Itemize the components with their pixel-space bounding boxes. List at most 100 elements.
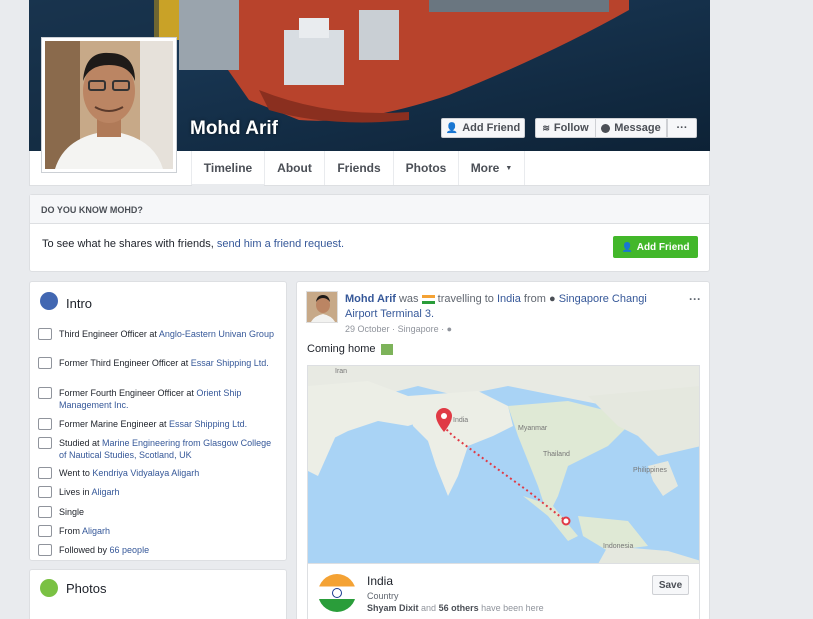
intro-item-icon	[38, 467, 52, 479]
post-activity: travelling to	[437, 293, 494, 305]
message-button[interactable]: Message	[595, 118, 667, 138]
tab-label: About	[277, 161, 312, 175]
tab-about[interactable]: About	[265, 151, 325, 185]
intro-item-link[interactable]: Aligarh	[82, 526, 110, 536]
intro-item: Followed by 66 people	[38, 544, 278, 556]
intro-item-text: Went to	[59, 468, 93, 478]
location-pin-icon: ●	[548, 293, 556, 305]
tab-label: Photos	[405, 161, 447, 175]
rss-icon: ≋	[542, 122, 550, 133]
intro-item-icon	[38, 387, 52, 399]
intro-item-icon	[38, 328, 52, 340]
friend-request-card: DO YOU KNOW MOHD? To see what he shares …	[29, 194, 710, 272]
intro-item: From Aligarh	[38, 525, 278, 537]
post-date[interactable]: 29 October	[345, 324, 390, 334]
place-card[interactable]: India Country Shyam Dixit and 56 others …	[307, 563, 700, 619]
profile-name[interactable]: Mohd Arif	[190, 118, 278, 140]
friend-link[interactable]: Shyam Dixit	[367, 603, 419, 613]
intro-item-text: Former Marine Engineer at	[59, 419, 170, 429]
intro-item-text: Former Fourth Engineer Officer at	[59, 388, 197, 398]
separator: ·	[392, 324, 396, 334]
intro-item-link[interactable]: Essar Shipping Ltd.	[169, 419, 247, 429]
others-link[interactable]: 56 others	[439, 603, 479, 613]
map-label-india: India	[453, 417, 469, 424]
post-meta: 29 October · Singapore · ●	[345, 324, 452, 334]
intro-item-icon	[38, 486, 52, 498]
post-menu-icon[interactable]: ···	[689, 292, 701, 306]
post-from: from	[523, 293, 546, 305]
place-name[interactable]: India	[367, 574, 393, 588]
intro-item: Former Marine Engineer at Essar Shipping…	[38, 418, 278, 430]
dropdown-caret-icon: ▼	[505, 164, 513, 172]
add-friend-green-button[interactable]: 👤 Add Friend	[613, 236, 698, 258]
place-visitors: Shyam Dixit and 56 others have been here	[367, 603, 544, 613]
add-friend-button[interactable]: 👤 Add Friend	[441, 118, 525, 138]
travel-map[interactable]: Iran India Myanmar Thailand Philippines …	[307, 365, 700, 563]
intro-item-icon	[38, 525, 52, 537]
map-label-indonesia: Indonesia	[603, 543, 634, 550]
map-label-myanmar: Myanmar	[518, 425, 548, 432]
map-label-thailand: Thailand	[543, 451, 570, 458]
post-message: Coming home	[307, 343, 376, 355]
public-globe-icon: ●	[446, 324, 453, 334]
intro-item-link[interactable]: Kendriya Vidyalaya Aligarh	[92, 468, 199, 478]
intro-item-link[interactable]: Anglo-Eastern Univan Group	[159, 329, 274, 339]
intro-item: Former Fourth Engineer Officer at Orient…	[38, 387, 278, 411]
profile-picture[interactable]	[41, 37, 177, 173]
friend-request-link[interactable]: send him a friend request.	[217, 238, 344, 250]
place-type: Country	[367, 591, 399, 601]
more-options-button[interactable]: ···	[667, 118, 697, 138]
india-flag-icon	[421, 294, 435, 304]
intro-item: Former Third Engineer Officer at Essar S…	[38, 357, 278, 369]
intro-item-text: Studied at	[59, 438, 103, 448]
intro-item: Single	[38, 506, 278, 518]
follow-label: Follow	[553, 122, 589, 134]
add-friend-icon: 👤	[445, 122, 459, 134]
intro-item-text: Lives in	[59, 487, 92, 497]
intro-item: Third Engineer Officer at Anglo-Eastern …	[38, 328, 278, 340]
post-header: Mohd Arif was travelling to India from ●…	[345, 292, 663, 322]
author-name[interactable]: Mohd Arif	[345, 293, 396, 305]
message-label: Message	[614, 122, 661, 134]
friend-request-text: To see what he shares with friends, send…	[42, 238, 344, 250]
intro-item-text: Single	[59, 507, 85, 517]
post-text: Coming home	[307, 343, 393, 355]
intro-item-icon	[38, 544, 52, 556]
separator: ·	[441, 324, 445, 334]
india-flag-badge-icon	[318, 574, 356, 612]
messenger-icon	[601, 123, 611, 133]
tab-friends[interactable]: Friends	[325, 151, 394, 185]
follow-button[interactable]: ≋ Follow	[535, 118, 596, 138]
button-label: Add Friend	[636, 241, 690, 253]
tab-timeline[interactable]: Timeline	[191, 151, 265, 186]
and-text: and	[421, 603, 437, 613]
post-verb: was	[398, 293, 419, 305]
intro-item-icon	[38, 418, 52, 430]
save-button[interactable]: Save	[652, 575, 689, 595]
destination-link[interactable]: India	[497, 293, 521, 305]
intro-item-link[interactable]: Aligarh	[92, 487, 120, 497]
author-avatar[interactable]	[306, 291, 338, 323]
intro-item-text: Former Third Engineer Officer at	[59, 358, 191, 368]
photos-title[interactable]: Photos	[66, 581, 106, 596]
intro-item-icon	[38, 437, 52, 449]
map-label-philippines: Philippines	[633, 467, 667, 474]
tab-label: More	[470, 161, 500, 175]
photos-card: Photos	[29, 569, 287, 619]
intro-item: Went to Kendriya Vidyalaya Aligarh	[38, 467, 278, 479]
globe-icon	[40, 292, 58, 310]
tab-label: Timeline	[203, 161, 253, 175]
intro-card: Intro Third Engineer Officer at Anglo-Ea…	[29, 281, 287, 561]
intro-item-link[interactable]: 66 people	[110, 545, 150, 555]
visitors-suffix: have been here	[481, 603, 544, 613]
intro-item: Studied at Marine Engineering from Glasg…	[38, 437, 278, 461]
intro-item-link[interactable]: Essar Shipping Ltd.	[191, 358, 269, 368]
tab-more[interactable]: More ▼	[459, 151, 525, 185]
photos-icon	[40, 579, 58, 597]
more-dots-icon: ···	[676, 122, 688, 134]
tab-label: Friends	[337, 161, 381, 175]
intro-item-icon	[38, 506, 52, 518]
post-location[interactable]: Singapore	[398, 324, 439, 334]
intro-item-text: Third Engineer Officer at	[59, 329, 159, 339]
tab-photos[interactable]: Photos	[394, 151, 459, 185]
